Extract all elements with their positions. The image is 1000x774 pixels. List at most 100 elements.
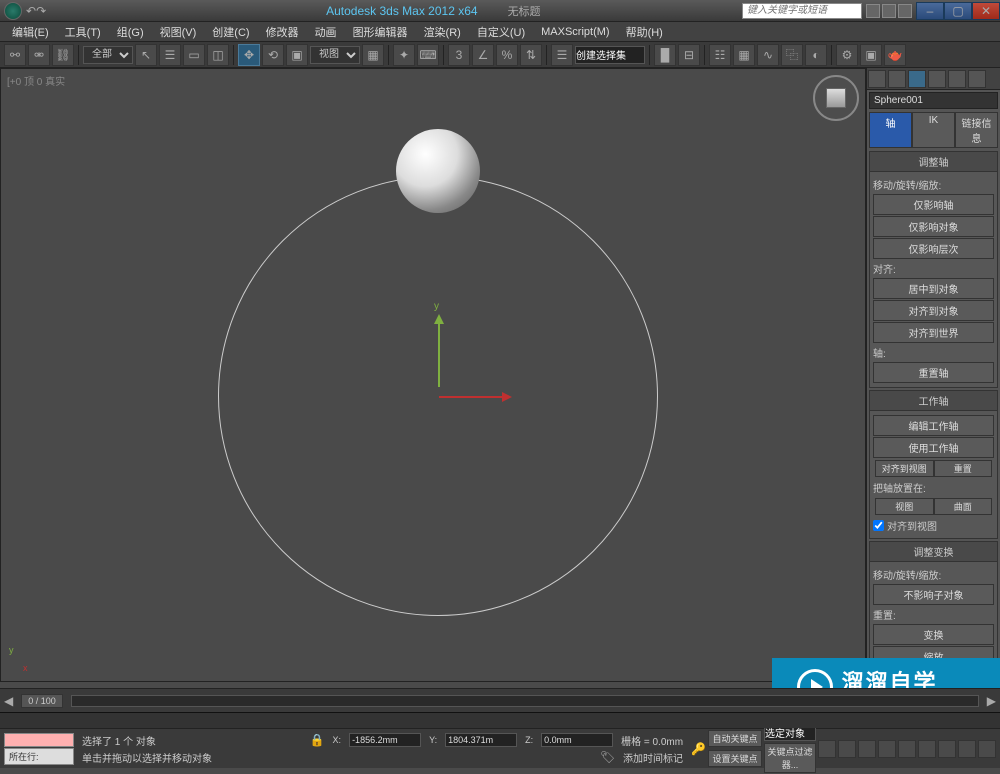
menu-help[interactable]: 帮助(H) — [618, 22, 671, 42]
graphite-icon[interactable]: ▦ — [733, 44, 755, 66]
rollout-header-adjust-transform[interactable]: 调整变换 — [870, 542, 997, 562]
time-slider-handle[interactable]: 0 / 100 — [21, 694, 63, 708]
tab-motion-icon[interactable] — [928, 70, 946, 88]
minimize-button[interactable]: – — [916, 2, 944, 20]
view-cube-face[interactable] — [826, 88, 846, 108]
angle-snap-icon[interactable]: ∠ — [472, 44, 494, 66]
unlink-icon[interactable]: ⚮ — [28, 44, 50, 66]
play-icon[interactable] — [858, 740, 876, 758]
object-name-field[interactable]: Sphere001 — [869, 92, 998, 109]
curve-editor-icon[interactable]: ∿ — [757, 44, 779, 66]
help-icon[interactable] — [898, 4, 912, 18]
named-selection-input[interactable] — [575, 46, 645, 64]
viewport-nav-1-icon[interactable] — [918, 740, 936, 758]
schematic-view-icon[interactable]: ⿻ — [781, 44, 803, 66]
bind-icon[interactable]: ⛓ — [52, 44, 74, 66]
maximize-button[interactable]: ▢ — [944, 2, 972, 20]
tab-hierarchy-icon[interactable] — [908, 70, 926, 88]
btn-center-to-object[interactable]: 居中到对象 — [873, 278, 994, 299]
viewport-label[interactable]: [+0 顶 0 真实 — [7, 73, 65, 88]
ref-coord-dropdown[interactable]: 视图 — [310, 46, 360, 64]
rendered-frame-icon[interactable]: ▣ — [860, 44, 882, 66]
menu-views[interactable]: 视图(V) — [152, 22, 205, 42]
selection-filter-dropdown[interactable]: 全部 — [83, 46, 133, 64]
render-production-icon[interactable]: 🫖 — [884, 44, 906, 66]
select-name-icon[interactable]: ☰ — [159, 44, 181, 66]
goto-end-icon[interactable] — [898, 740, 916, 758]
btn-key-filters[interactable]: 关键点过滤器... — [764, 743, 816, 773]
align-icon[interactable]: ⊟ — [678, 44, 700, 66]
btn-edit-working-pivot[interactable]: 编辑工作轴 — [873, 415, 994, 436]
material-editor-icon[interactable]: ◐ — [805, 44, 827, 66]
btn-affect-object-only[interactable]: 仅影响对象 — [873, 216, 994, 237]
coord-y-input[interactable] — [445, 733, 517, 747]
scene-sphere-object[interactable] — [396, 129, 480, 213]
menu-create[interactable]: 创建(C) — [204, 22, 257, 42]
star-icon[interactable] — [882, 4, 896, 18]
layer-manager-icon[interactable]: ☷ — [709, 44, 731, 66]
timeline-ruler[interactable] — [0, 712, 1000, 728]
snap-toggle-icon[interactable]: 3 — [448, 44, 470, 66]
select-rotate-icon[interactable]: ⟲ — [262, 44, 284, 66]
btn-place-surface[interactable]: 曲面 — [934, 498, 993, 515]
sub-tab-link-info[interactable]: 链接信息 — [955, 112, 998, 148]
add-time-tag[interactable]: 添加时间标记 — [623, 750, 683, 765]
prev-frame-icon[interactable] — [838, 740, 856, 758]
menu-edit[interactable]: 编辑(E) — [4, 22, 57, 42]
tag-icon[interactable]: 🏷 — [600, 751, 615, 763]
coord-z-input[interactable] — [541, 733, 613, 747]
edit-named-sel-icon[interactable]: ☰ — [551, 44, 573, 66]
btn-auto-key[interactable]: 自动关键点 — [708, 730, 762, 747]
btn-align-to-object[interactable]: 对齐到对象 — [873, 300, 994, 321]
keyboard-shortcut-icon[interactable]: ⌨ — [417, 44, 439, 66]
menu-tools[interactable]: 工具(T) — [57, 22, 109, 42]
check-align-to-view[interactable]: 对齐到视图 — [873, 518, 994, 533]
close-button[interactable]: ✕ — [972, 2, 1000, 20]
window-crossing-icon[interactable]: ◫ — [207, 44, 229, 66]
tab-utilities-icon[interactable] — [968, 70, 986, 88]
script-error-row[interactable] — [4, 733, 74, 747]
btn-align-to-world[interactable]: 对齐到世界 — [873, 322, 994, 343]
percent-snap-icon[interactable]: % — [496, 44, 518, 66]
rollout-header-working-pivot[interactable]: 工作轴 — [870, 391, 997, 411]
help-search-input[interactable] — [742, 3, 862, 19]
menu-render[interactable]: 渲染(R) — [416, 22, 469, 42]
btn-reset-transform[interactable]: 变换 — [873, 624, 994, 645]
lock-icon[interactable]: 🔒 — [310, 734, 325, 746]
btn-use-working-pivot[interactable]: 使用工作轴 — [873, 437, 994, 458]
select-object-icon[interactable]: ↖ — [135, 44, 157, 66]
viewport[interactable]: [+0 顶 0 真实 y y x — [0, 68, 866, 682]
btn-set-key[interactable]: 设置关键点 — [708, 750, 762, 767]
sub-tab-pivot[interactable]: 轴 — [869, 112, 912, 148]
redo-icon[interactable]: ↷ — [36, 5, 46, 17]
btn-place-view[interactable]: 视图 — [875, 498, 934, 515]
menu-graph-editors[interactable]: 图形编辑器 — [345, 22, 416, 42]
pivot-center-icon[interactable]: ▦ — [362, 44, 384, 66]
script-line-row[interactable]: 所在行: — [4, 748, 74, 765]
scene-circle-shape[interactable] — [218, 176, 658, 616]
key-icon[interactable]: 🔑 — [691, 743, 706, 755]
next-frame-icon[interactable] — [878, 740, 896, 758]
viewport-nav-3-icon[interactable] — [958, 740, 976, 758]
viewport-nav-4-icon[interactable] — [978, 740, 996, 758]
undo-icon[interactable]: ↶ — [26, 5, 36, 17]
btn-dont-affect-children[interactable]: 不影响子对象 — [873, 584, 994, 605]
tab-create-icon[interactable] — [868, 70, 886, 88]
btn-affect-pivot-only[interactable]: 仅影响轴 — [873, 194, 994, 215]
select-move-icon[interactable]: ✥ — [238, 44, 260, 66]
btn-affect-hierarchy-only[interactable]: 仅影响层次 — [873, 238, 994, 259]
select-region-icon[interactable]: ▭ — [183, 44, 205, 66]
gizmo-y-axis[interactable] — [438, 317, 440, 387]
tab-modify-icon[interactable] — [888, 70, 906, 88]
btn-reset-pivot[interactable]: 重置轴 — [873, 362, 994, 383]
time-slider[interactable]: ◀ 0 / 100 ▶ — [0, 688, 1000, 712]
select-scale-icon[interactable]: ▣ — [286, 44, 308, 66]
menu-customize[interactable]: 自定义(U) — [469, 22, 533, 42]
goto-start-icon[interactable] — [818, 740, 836, 758]
spinner-snap-icon[interactable]: ⇅ — [520, 44, 542, 66]
sub-tab-ik[interactable]: IK — [912, 112, 955, 148]
link-icon[interactable]: ⚯ — [4, 44, 26, 66]
render-setup-icon[interactable]: ⚙ — [836, 44, 858, 66]
btn-align-to-view[interactable]: 对齐到视图 — [875, 460, 934, 477]
btn-reset-working[interactable]: 重置 — [934, 460, 993, 477]
